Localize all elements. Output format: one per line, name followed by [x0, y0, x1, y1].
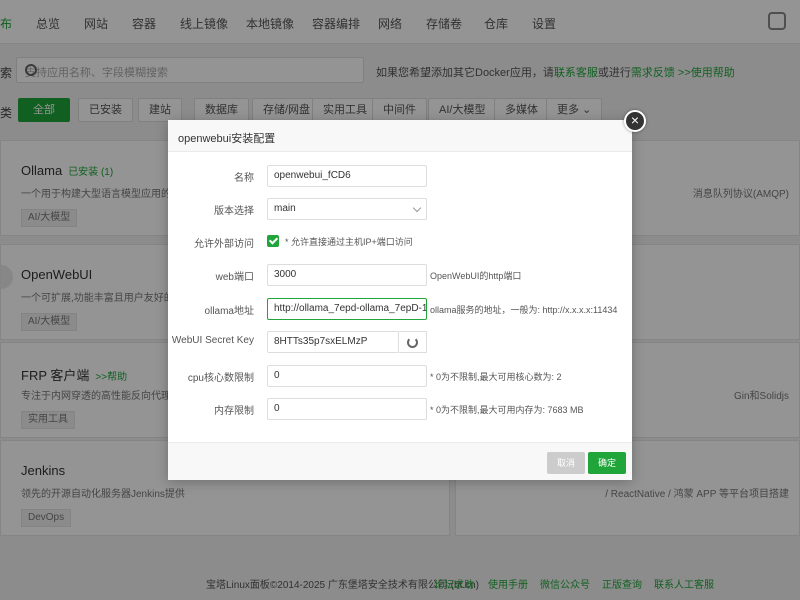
port-label: web端口	[215, 272, 254, 283]
memory-limit-hint: * 0为不限制,最大可用内存为: 7683 MB	[430, 405, 584, 415]
confirm-button[interactable]: 确定	[588, 452, 627, 474]
dialog-footer: 取消 确定	[168, 442, 632, 480]
external-access-checkbox[interactable]	[267, 235, 279, 247]
external-access-text: * 允许直接通过主机IP+端口访问	[285, 237, 413, 247]
chevron-down-icon	[412, 203, 422, 213]
secret-key-label: WebUI Secret Key	[171, 335, 254, 346]
ollama-address-input[interactable]: http://ollama_7epd-ollama_7epD-1:11434	[267, 298, 427, 320]
version-select[interactable]: main	[267, 198, 427, 220]
refresh-icon	[407, 337, 418, 348]
secret-key-row: WebUI Secret Key 8HTTs35p7sxELMzP	[168, 331, 632, 353]
memory-limit-label: 内存限制	[214, 406, 254, 417]
close-icon: ×	[630, 112, 640, 128]
install-config-dialog: openwebui安装配置 × 名称 openwebui_fCD6 版本选择 m…	[168, 110, 646, 480]
port-input[interactable]: 3000	[267, 264, 427, 286]
ollama-hint: ollama服务的地址，一般为: http://x.x.x.x:11434	[430, 305, 618, 315]
name-label: 名称	[234, 173, 254, 184]
cpu-limit-input[interactable]: 0	[267, 365, 427, 387]
version-value: main	[274, 203, 296, 214]
ollama-row: ollama地址 http://ollama_7epd-ollama_7epD-…	[168, 298, 632, 320]
cpu-limit-row: cpu核心数限制 0 * 0为不限制,最大可用核心数为: 2	[168, 365, 632, 387]
cpu-limit-hint: * 0为不限制,最大可用核心数为: 2	[430, 372, 562, 382]
version-row: 版本选择 main	[168, 198, 632, 220]
regenerate-key-button[interactable]	[399, 331, 427, 353]
external-access-row: 允许外部访问 * 允许直接通过主机IP+端口访问	[168, 231, 632, 253]
memory-limit-row: 内存限制 0 * 0为不限制,最大可用内存为: 7683 MB	[168, 398, 632, 420]
port-row: web端口 3000 OpenWebUI的http端口	[168, 264, 632, 286]
dialog-title: openwebui安装配置	[178, 133, 276, 145]
memory-limit-input[interactable]: 0	[267, 398, 427, 420]
name-input[interactable]: openwebui_fCD6	[267, 165, 427, 187]
dialog-title-bar: openwebui安装配置	[168, 120, 632, 152]
name-row: 名称 openwebui_fCD6	[168, 165, 632, 187]
secret-key-input[interactable]: 8HTTs35p7sxELMzP	[267, 331, 399, 353]
close-button[interactable]: ×	[624, 110, 646, 132]
external-access-label: 允许外部访问	[194, 239, 254, 250]
cancel-button[interactable]: 取消	[547, 452, 586, 474]
ollama-label: ollama地址	[204, 306, 254, 317]
port-hint: OpenWebUI的http端口	[430, 271, 522, 281]
version-label: 版本选择	[214, 206, 254, 217]
cpu-limit-label: cpu核心数限制	[187, 373, 254, 384]
